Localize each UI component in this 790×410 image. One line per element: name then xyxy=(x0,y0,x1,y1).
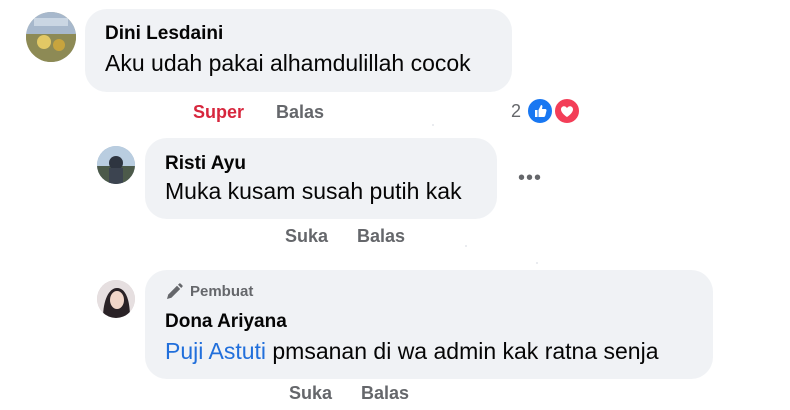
avatar-image xyxy=(26,12,76,62)
more-options-button[interactable]: ••• xyxy=(518,167,542,190)
like-button[interactable]: Suka xyxy=(289,383,332,404)
avatar-risti-ayu[interactable] xyxy=(97,146,135,184)
reaction-super-button[interactable]: Super xyxy=(193,102,244,123)
comment-text: Aku udah pakai alhamdulillah cocok xyxy=(105,50,471,76)
comment-text: Muka kusam susah putih kak xyxy=(165,178,462,204)
divider-dot xyxy=(465,245,467,247)
avatar-image xyxy=(97,146,135,184)
divider-dot xyxy=(432,124,434,126)
comment-text: pmsanan di wa admin kak ratna senja xyxy=(272,338,659,364)
reply-button[interactable]: Balas xyxy=(276,102,324,123)
mention-link[interactable]: Puji Astuti xyxy=(165,338,266,364)
comment-text-line: Puji Astuti pmsanan di wa admin kak ratn… xyxy=(165,338,659,365)
reply-button[interactable]: Balas xyxy=(357,226,405,247)
avatar-image xyxy=(97,280,135,318)
author-badge: Pembuat xyxy=(190,283,254,300)
comment-author[interactable]: Dini Lesdaini xyxy=(105,23,223,45)
like-icon[interactable] xyxy=(526,97,554,125)
thumbs-up-glyph xyxy=(535,105,547,117)
avatar-dini-lesdaini[interactable] xyxy=(26,12,76,62)
pen-icon xyxy=(164,282,184,302)
love-icon[interactable] xyxy=(553,97,581,125)
comment-thread: Dini Lesdaini Aku udah pakai alhamdulill… xyxy=(0,0,790,410)
heart-glyph xyxy=(561,106,573,117)
divider-dot xyxy=(536,262,538,264)
reply-button[interactable]: Balas xyxy=(361,383,409,404)
reaction-count[interactable]: 2 xyxy=(511,101,521,122)
comment-author[interactable]: Risti Ayu xyxy=(165,153,246,175)
comment-author[interactable]: Dona Ariyana xyxy=(165,311,287,333)
like-button[interactable]: Suka xyxy=(285,226,328,247)
avatar-dona-ariyana[interactable] xyxy=(97,280,135,318)
